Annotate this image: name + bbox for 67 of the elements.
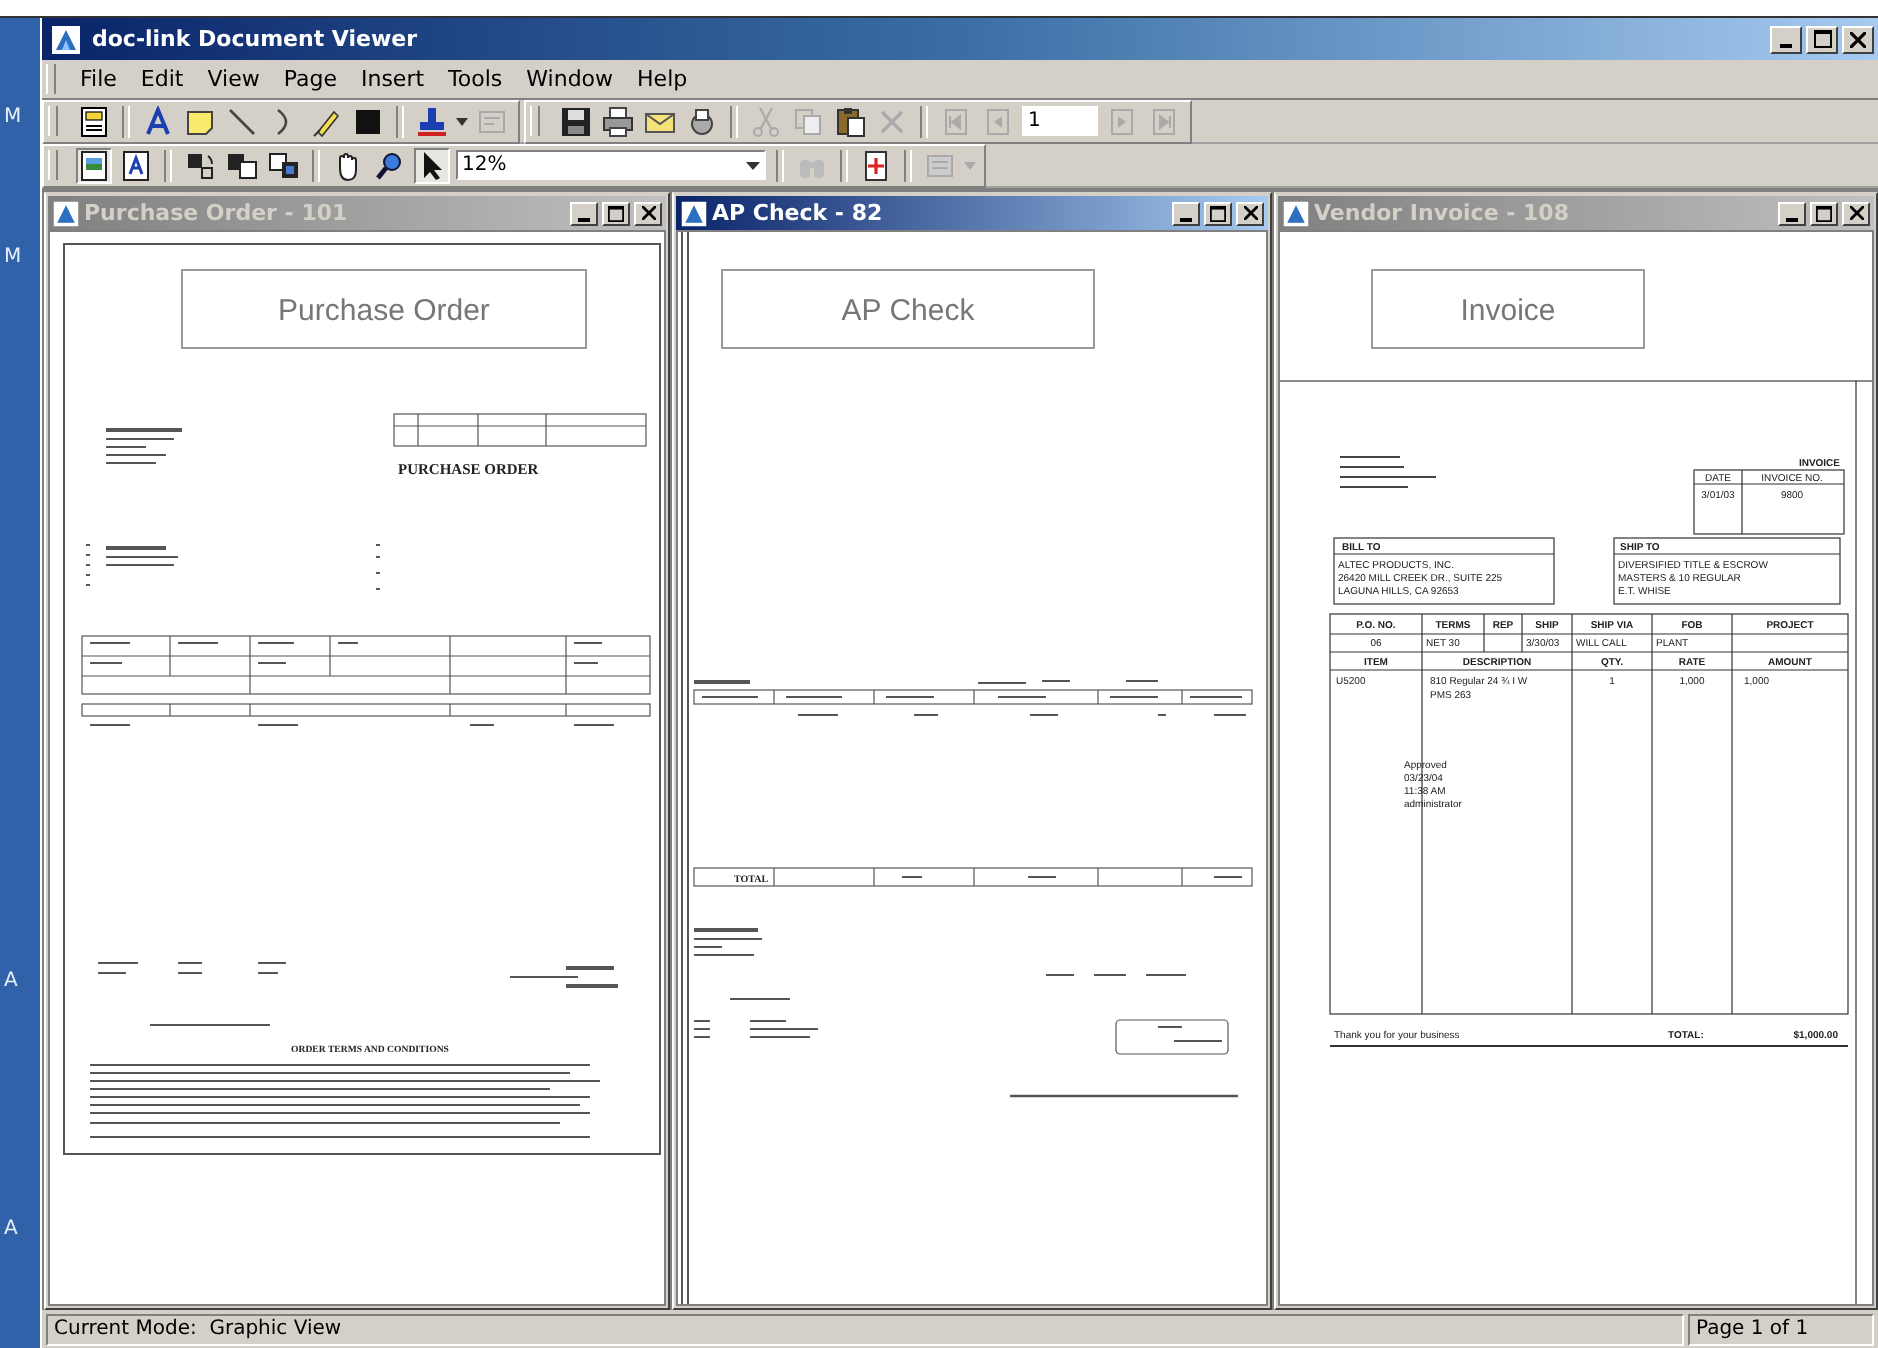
close-button[interactable] (1236, 201, 1264, 225)
document-type-label: AP Check (841, 294, 975, 328)
minimize-button[interactable] (1172, 201, 1200, 225)
document-type-label: Invoice (1460, 294, 1556, 328)
desktop-icon-label[interactable]: A (4, 970, 18, 992)
menu-item[interactable]: File (68, 66, 129, 92)
document-title: AP Check - 82 (712, 200, 883, 226)
menu-item[interactable]: View (195, 66, 272, 92)
close-button[interactable] (1842, 201, 1870, 225)
desktop-icon-label[interactable]: M (4, 106, 22, 128)
minimize-icon (1180, 217, 1192, 221)
document-icon (680, 199, 708, 227)
document-title: Vendor Invoice - 108 (1314, 200, 1569, 226)
menu-item[interactable]: Page (271, 66, 349, 92)
stamp-icon[interactable] (414, 103, 450, 139)
zoom-dropdown[interactable]: 12% (456, 150, 766, 180)
maximize-icon (1816, 205, 1832, 221)
document-type-label: Purchase Order (278, 294, 490, 328)
minimize-icon (1780, 43, 1792, 47)
window-title: doc-link Document Viewer (92, 26, 418, 52)
minimize-button[interactable] (1778, 201, 1806, 225)
line-tool-icon[interactable] (224, 103, 260, 139)
close-button[interactable] (634, 201, 662, 225)
minimize-icon (1786, 217, 1798, 221)
menu-item[interactable]: Insert (348, 66, 437, 92)
caret-icon (964, 161, 976, 169)
minimize-button[interactable] (1770, 25, 1802, 53)
status-page: Page 1 of 1 (1688, 1313, 1874, 1345)
caret-icon[interactable] (456, 117, 468, 125)
pointer-icon[interactable] (414, 147, 450, 183)
desktop-icon-label[interactable]: M (4, 246, 22, 268)
maximize-icon (1813, 30, 1831, 48)
app-logo-icon (50, 23, 82, 55)
document-icon (1282, 199, 1310, 227)
page-number-field[interactable]: 1 (1022, 106, 1098, 136)
menu-item[interactable]: Window (514, 66, 626, 92)
document-properties-icon[interactable] (76, 103, 112, 139)
minimize-icon (578, 217, 590, 221)
save-icon[interactable] (558, 103, 594, 139)
maximize-button[interactable] (1806, 25, 1838, 53)
maximize-button[interactable] (602, 201, 630, 225)
maximize-icon (1210, 205, 1226, 221)
paste-icon[interactable] (832, 103, 868, 139)
menu-item[interactable]: Edit (128, 66, 196, 92)
minimize-button[interactable] (570, 201, 598, 225)
maximize-button[interactable] (1204, 201, 1232, 225)
text-view-icon[interactable] (118, 147, 154, 183)
maximize-icon (608, 205, 624, 221)
close-icon (1243, 206, 1257, 220)
status-mode: Current Mode: Graphic View (46, 1313, 1684, 1345)
close-icon (1849, 206, 1863, 220)
menu-item[interactable]: Tools (436, 66, 515, 92)
fit-page-icon[interactable] (266, 147, 302, 183)
image-view-icon[interactable] (76, 147, 112, 183)
caret-icon (746, 161, 760, 169)
text-tool-icon[interactable] (140, 103, 176, 139)
menu-item[interactable]: Help (625, 66, 700, 92)
desktop-icon-label[interactable]: A (4, 1218, 18, 1240)
close-icon (1850, 31, 1866, 47)
sender-address-drawing (1340, 456, 1436, 488)
print-icon[interactable] (600, 103, 636, 139)
document-icon (52, 199, 80, 227)
close-icon (641, 206, 655, 220)
maximize-button[interactable] (1810, 201, 1838, 225)
close-button[interactable] (1842, 25, 1874, 53)
document-title-bar[interactable]: AP Check - 82 (676, 196, 1268, 230)
document-title: Purchase Order - 101 (84, 200, 348, 226)
